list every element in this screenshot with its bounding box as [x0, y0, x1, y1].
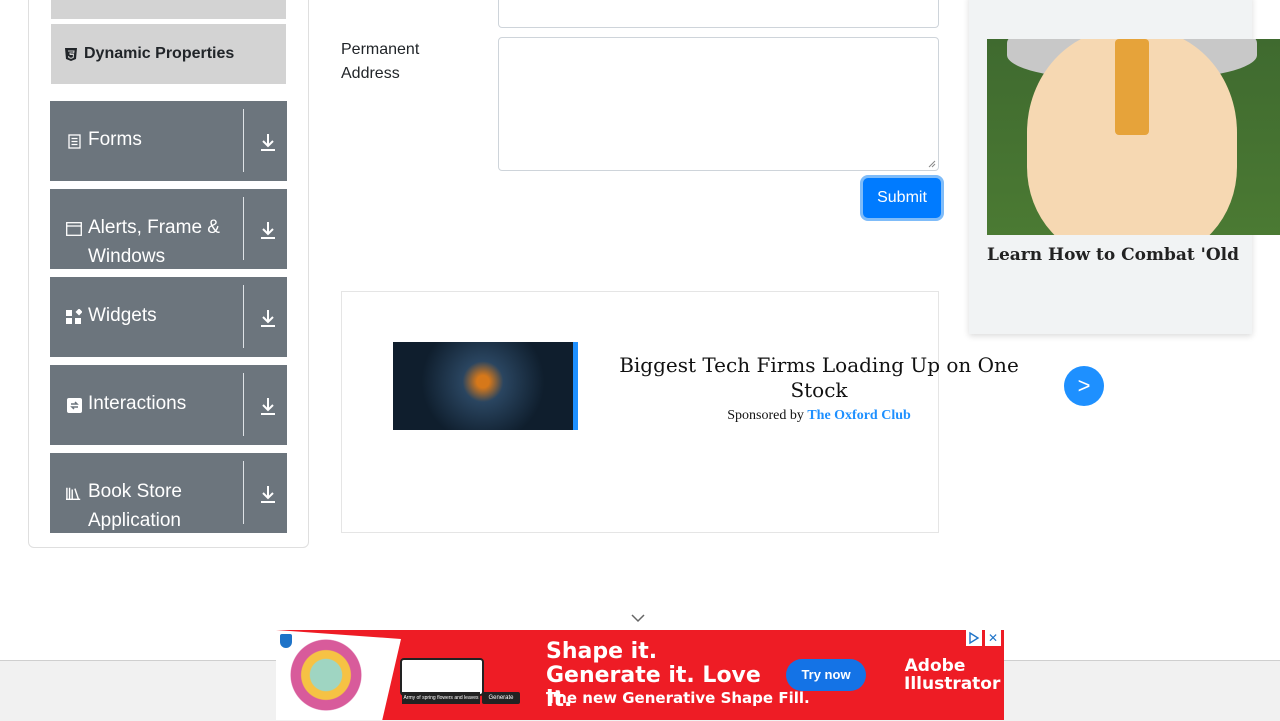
clothespin-shape	[1115, 39, 1149, 135]
sidebar-group-label: Forms	[88, 129, 142, 150]
divider	[243, 461, 244, 524]
close-icon[interactable]: ✕	[985, 630, 1001, 646]
card-caption: Army of spring flowers and leaves	[402, 692, 480, 704]
window-icon	[66, 221, 82, 237]
divider	[243, 197, 244, 260]
ad-next-button[interactable]: >	[1064, 366, 1104, 406]
widgets-icon	[66, 309, 82, 325]
adchoices-icon[interactable]	[966, 630, 982, 646]
download-icon	[261, 486, 275, 503]
sidebar-group-book-store[interactable]: Book Store Application	[50, 453, 287, 533]
html5-icon	[65, 47, 77, 61]
sidebar-group-label: Interactions	[88, 393, 187, 414]
permanent-address-textarea[interactable]	[498, 37, 939, 171]
download-icon	[261, 310, 275, 327]
butterfly-illustration	[276, 630, 401, 720]
resize-grip-icon[interactable]	[928, 160, 936, 168]
ad-cards-graphic	[400, 658, 484, 696]
sidebar-group-alerts[interactable]: Alerts, Frame & Windows	[50, 189, 287, 269]
sidebar-item-dynamic-properties[interactable]: Dynamic Properties	[51, 24, 286, 84]
sidebar-group-label: Book Store Application	[88, 481, 182, 531]
sponsored-prefix: Sponsored by	[727, 408, 804, 423]
download-icon	[261, 134, 275, 151]
ad-sponsor[interactable]: Sponsored by The Oxford Club	[610, 408, 1028, 424]
ad-image[interactable]	[393, 342, 578, 430]
divider	[243, 373, 244, 436]
chevron-down-icon[interactable]	[630, 612, 646, 624]
submit-button[interactable]: Submit	[863, 178, 941, 218]
sidebar-group-forms[interactable]: Forms	[50, 101, 287, 181]
sidebar-group-widgets[interactable]: Widgets	[50, 277, 287, 357]
right-ad[interactable]: Learn How to Combat 'Old	[969, 0, 1280, 334]
sidebar-group-interactions[interactable]: Interactions	[50, 365, 287, 445]
download-icon	[261, 222, 275, 239]
generate-chip: Generate	[482, 692, 520, 704]
privacy-shield-icon[interactable]	[280, 634, 292, 648]
current-address-textarea[interactable]	[498, 0, 939, 28]
bottom-banner-ad[interactable]: Army of spring flowers and leaves Genera…	[276, 630, 1004, 720]
ad-image[interactable]	[987, 39, 1280, 235]
divider	[243, 109, 244, 172]
brand-logo-text: Adobe Illustrator	[904, 656, 1001, 694]
banner-subline[interactable]: The new Generative Shape Fill.	[546, 689, 810, 707]
sidebar-group-label: Widgets	[88, 305, 157, 326]
download-icon	[261, 398, 275, 415]
try-now-button[interactable]: Try now	[786, 659, 866, 691]
permanent-address-label: Permanent Address	[341, 41, 420, 82]
sidebar-subitem[interactable]	[51, 0, 286, 19]
interactions-icon	[66, 397, 82, 413]
form-icon	[66, 133, 82, 149]
ad-headline[interactable]: Learn How to Combat 'Old	[987, 245, 1249, 265]
sidebar-group-label: Alerts, Frame & Windows	[88, 217, 220, 267]
divider	[243, 285, 244, 348]
sidebar-item-label: Dynamic Properties	[84, 45, 235, 62]
ad-title[interactable]: Biggest Tech Firms Loading Up on One Sto…	[610, 353, 1028, 403]
books-icon	[66, 485, 82, 501]
sponsor-name[interactable]: The Oxford Club	[807, 408, 910, 423]
